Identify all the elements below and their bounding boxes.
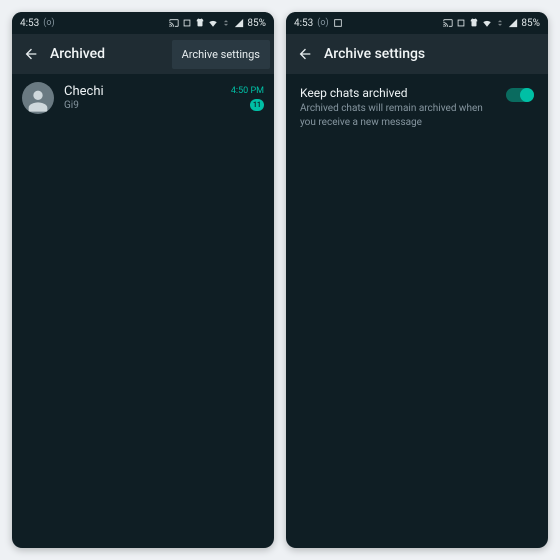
data-off-icon xyxy=(221,18,231,28)
appbar: Archived Archive settings xyxy=(12,34,274,74)
signal-icon xyxy=(234,18,244,28)
archive-settings-menu[interactable]: Archive settings xyxy=(172,40,270,69)
status-extra: (o) xyxy=(43,18,54,28)
status-extra: (o) xyxy=(317,18,328,28)
cast-icon xyxy=(443,18,453,28)
keep-archived-row[interactable]: Keep chats archived Archived chats will … xyxy=(286,74,548,141)
phone-archive-settings: 4:53 (o) 85% Archive settings Keep chats… xyxy=(286,12,548,548)
status-battery: 85% xyxy=(521,18,540,29)
chat-row[interactable]: Chechi Gi9 4:50 PM 11 xyxy=(12,74,274,122)
nfc-icon xyxy=(182,18,192,28)
status-bar: 4:53 (o) 85% xyxy=(286,12,548,34)
status-bar: 4:53 (o) 85% xyxy=(12,12,274,34)
arrow-back-icon xyxy=(297,46,313,62)
status-battery: 85% xyxy=(247,18,266,29)
setting-title: Keep chats archived xyxy=(300,86,496,100)
phone-archived: 4:53 (o) 85% Archived Archive settings xyxy=(12,12,274,548)
screenshot-icon xyxy=(333,18,343,28)
archived-list: Chechi Gi9 4:50 PM 11 xyxy=(12,74,274,548)
chat-time: 4:50 PM xyxy=(231,86,264,96)
arrow-back-icon xyxy=(23,46,39,62)
chat-name: Chechi xyxy=(64,84,221,100)
cast-icon xyxy=(169,18,179,28)
wifi-icon xyxy=(208,18,218,28)
android-icon xyxy=(469,18,479,28)
appbar-title: Archive settings xyxy=(324,46,425,62)
setting-desc: Archived chats will remain archived when… xyxy=(300,102,496,129)
appbar: Archive settings xyxy=(286,34,548,74)
chat-preview: Gi9 xyxy=(64,100,221,112)
status-time: 4:53 xyxy=(20,18,39,29)
nfc-icon xyxy=(456,18,466,28)
keep-archived-toggle[interactable] xyxy=(506,88,534,102)
status-time: 4:53 xyxy=(294,18,313,29)
switch-thumb xyxy=(520,88,534,102)
back-button[interactable] xyxy=(12,34,50,74)
avatar xyxy=(22,82,54,114)
data-off-icon xyxy=(495,18,505,28)
person-icon xyxy=(24,86,52,114)
back-button[interactable] xyxy=(286,34,324,74)
settings-list: Keep chats archived Archived chats will … xyxy=(286,74,548,548)
signal-icon xyxy=(508,18,518,28)
appbar-title: Archived xyxy=(50,46,105,62)
wifi-icon xyxy=(482,18,492,28)
android-icon xyxy=(195,18,205,28)
unread-badge: 11 xyxy=(250,99,264,111)
